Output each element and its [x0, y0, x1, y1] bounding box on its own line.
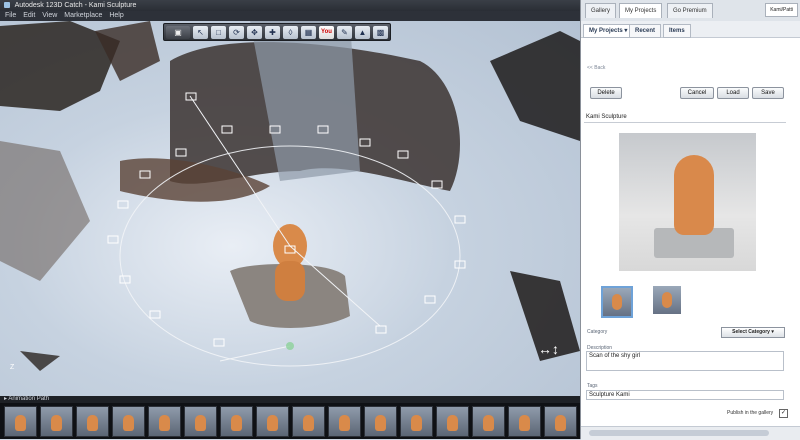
delete-button[interactable]: Delete — [590, 87, 622, 99]
project-preview-image — [619, 133, 756, 271]
menu-bar: File Edit View Marketplace Help — [0, 11, 580, 21]
menu-marketplace[interactable]: Marketplace — [64, 12, 102, 19]
photo-thumbnail[interactable] — [148, 406, 181, 437]
project-title-field[interactable]: Kami Sculpture — [584, 113, 786, 123]
category-select-value: Select Category — [732, 329, 770, 335]
subtab-recent[interactable]: Recent — [629, 24, 662, 38]
texture-icon[interactable]: ▦ — [301, 25, 316, 39]
tab-my-projects[interactable]: My Projects — [619, 3, 663, 18]
3d-viewport[interactable]: ▣ ↖ □ ⟳ ✥ ✚ ◊ ▦ You ✎ ▲ ▩ Z ↔↕ — [0, 21, 580, 396]
project-subtabs: My Projects ▾ Recent Items — [581, 21, 800, 38]
select-arrow-icon[interactable]: ↖ — [193, 25, 208, 39]
publish-label: Publish in the gallery — [727, 410, 774, 416]
category-label: Category — [587, 329, 608, 335]
app-icon — [4, 2, 10, 9]
window-title: Autodesk 123D Catch - Kami Sculpture — [14, 2, 137, 9]
menu-file[interactable]: File — [5, 12, 16, 19]
photo-thumbnail[interactable] — [256, 406, 289, 437]
tags-label: Tags — [587, 383, 598, 389]
photo-thumbnail[interactable] — [4, 406, 37, 437]
description-field[interactable]: Scan of the shy girl — [586, 351, 784, 371]
filmstrip-label: Animation Path — [8, 396, 50, 402]
subtab-items[interactable]: Items — [663, 24, 691, 38]
photo-thumbnail[interactable] — [544, 406, 577, 437]
filmstrip-header[interactable]: ▸ Animation Path — [0, 396, 580, 403]
photo-thumbnail[interactable] — [472, 406, 505, 437]
photo-thumbnail[interactable] — [112, 406, 145, 437]
user-account-button[interactable]: Kami/Patti — [765, 3, 798, 17]
cancel-button[interactable]: Cancel — [680, 87, 714, 99]
tags-field[interactable]: Sculpture Kami — [586, 390, 784, 400]
window-titlebar: Autodesk 123D Catch - Kami Sculpture — [0, 0, 580, 11]
select-region-icon[interactable]: □ — [211, 25, 226, 39]
subtab-my-projects[interactable]: My Projects ▾ — [583, 24, 634, 38]
scrollbar-thumb[interactable] — [589, 430, 769, 436]
load-button[interactable]: Load — [717, 87, 749, 99]
back-link[interactable]: << Back — [587, 65, 605, 71]
photo-thumbnail[interactable] — [184, 406, 217, 437]
photo-thumbnail[interactable] — [292, 406, 325, 437]
axis-indicator: Z — [10, 364, 15, 371]
scene-graphic — [0, 21, 580, 371]
project-panel: Gallery My Projects Go Premium Kami/Patt… — [580, 0, 800, 440]
photo-thumbnail[interactable] — [328, 406, 361, 437]
menu-view[interactable]: View — [42, 12, 57, 19]
zoom-icon[interactable]: ✚ — [265, 25, 280, 39]
filmstrip[interactable] — [0, 403, 580, 439]
panel-scrollbar[interactable] — [581, 426, 800, 440]
viewport-toolbar: ▣ ↖ □ ⟳ ✥ ✚ ◊ ▦ You ✎ ▲ ▩ — [163, 23, 391, 41]
menu-edit[interactable]: Edit — [23, 12, 35, 19]
menu-help[interactable]: Help — [109, 12, 123, 19]
save-button[interactable]: Save — [752, 87, 784, 99]
photo-thumbnail[interactable] — [76, 406, 109, 437]
export-icon[interactable]: ▲ — [355, 25, 370, 39]
photo-thumbnail[interactable] — [40, 406, 73, 437]
measure-icon[interactable]: ✎ — [337, 25, 352, 39]
pan-icon[interactable]: ✥ — [247, 25, 262, 39]
preview-thumbnail-selected[interactable] — [601, 286, 633, 318]
subtab-my-projects-label: My Projects — [589, 28, 623, 34]
tab-gallery[interactable]: Gallery — [585, 3, 617, 18]
photo-thumbnail[interactable] — [400, 406, 433, 437]
navigation-arrows-icon[interactable]: ↔↕ — [538, 341, 559, 357]
panel-tab-bar: Gallery My Projects Go Premium Kami/Patt… — [581, 0, 800, 22]
photo-thumbnail[interactable] — [508, 406, 541, 437]
publish-checkbox[interactable]: ✓ — [779, 409, 788, 418]
photo-thumbnail[interactable] — [220, 406, 253, 437]
orbit-icon[interactable]: ⟳ — [229, 25, 244, 39]
camera-icon[interactable]: ▣ — [166, 25, 190, 39]
share-icon[interactable]: ▩ — [373, 25, 388, 39]
photo-thumbnail[interactable] — [364, 406, 397, 437]
youtube-icon[interactable]: You — [319, 25, 334, 39]
photo-thumbnail[interactable] — [436, 406, 469, 437]
tab-go-premium[interactable]: Go Premium — [667, 3, 713, 18]
camera-view-icon[interactable]: ◊ — [283, 25, 298, 39]
category-select[interactable]: Select Category ▾ — [721, 327, 785, 338]
preview-thumbnail[interactable] — [653, 286, 681, 314]
